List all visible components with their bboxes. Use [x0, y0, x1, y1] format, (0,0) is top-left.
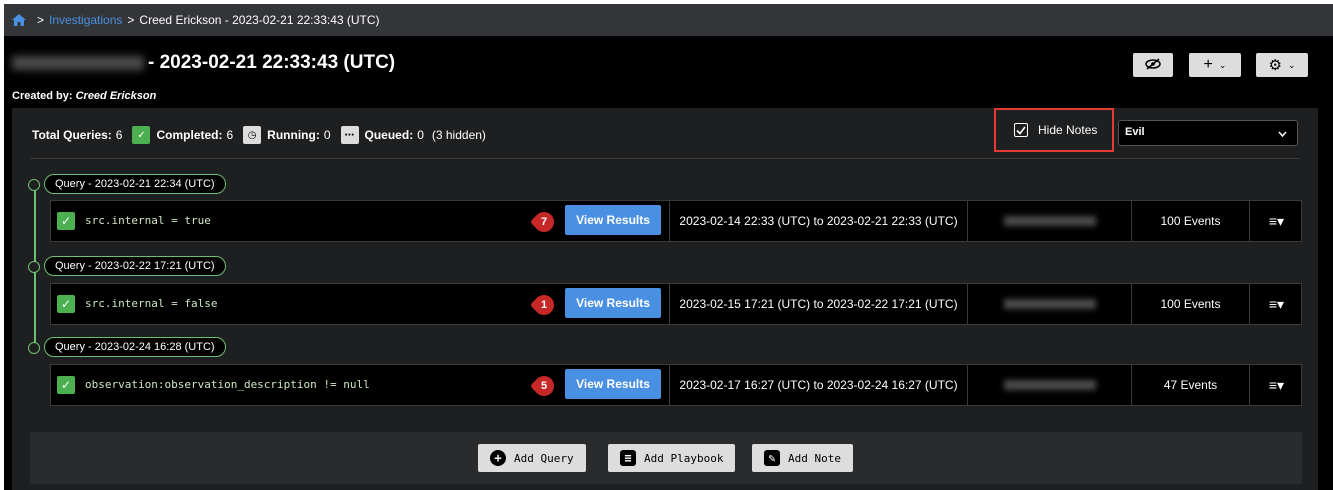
search-plus-icon: +: [490, 450, 506, 466]
breadcrumb-current: Creed Erickson - 2023-02-21 22:33:43 (UT…: [139, 13, 380, 27]
edit-icon: ✎: [764, 450, 780, 466]
check-icon: ✓: [57, 295, 75, 313]
chevron-down-icon: ⌄: [1287, 59, 1296, 70]
add-query-label: Add Query: [514, 451, 574, 465]
hamburger-icon: ≡▾: [1268, 212, 1285, 229]
query-author: [967, 284, 1131, 324]
query-author: [967, 201, 1131, 241]
total-queries-label: Total Queries:: [32, 128, 112, 142]
notes-badge[interactable]: 5: [529, 371, 559, 401]
total-queries-value: 6: [115, 128, 123, 142]
completed-value: 6: [226, 128, 234, 142]
query-label: Query - 2023-02-21 22:34 (UTC): [44, 174, 226, 194]
hamburger-icon: ≡▾: [1268, 295, 1285, 312]
clock-icon: ◷: [243, 126, 262, 144]
created-by-label: Created by:: [12, 90, 73, 102]
tag-select[interactable]: Evil: [1118, 120, 1298, 146]
query-code[interactable]: observation:observation_description != n…: [85, 378, 370, 391]
home-icon[interactable]: [12, 14, 26, 26]
hide-notes-checkbox[interactable]: [1014, 123, 1028, 137]
running-value: 0: [323, 128, 331, 142]
view-results-button[interactable]: View Results: [565, 205, 661, 235]
query-stats: Total Queries: 6 ✓ Completed: 6 ◷ Runnin…: [32, 126, 486, 144]
notes-badge[interactable]: 1: [529, 290, 559, 320]
time-range: 2023-02-15 17:21 (UTC) to 2023-02-22 17:…: [669, 284, 967, 324]
book-icon: ≡: [620, 450, 636, 466]
query-author: [967, 365, 1131, 405]
created-by: Created by: Creed Erickson: [12, 90, 156, 102]
created-by-name: Creed Erickson: [75, 90, 157, 102]
divider: [30, 158, 1300, 159]
breadcrumb-investigations-link[interactable]: Investigations: [49, 13, 122, 27]
eye-slash-icon: [1145, 57, 1161, 73]
tag-select-value: Evil: [1125, 126, 1145, 138]
page-title: - 2023-02-21 22:33:43 (UTC): [12, 52, 395, 74]
queued-label: Queued:: [364, 128, 414, 142]
query-row: ✓ observation:observation_description !=…: [50, 364, 1302, 406]
breadcrumb-separator: >: [37, 13, 45, 27]
add-menu-button[interactable]: + ⌄: [1189, 53, 1241, 77]
time-range: 2023-02-17 16:27 (UTC) to 2023-02-24 16:…: [669, 365, 967, 405]
redacted-name: [12, 56, 144, 70]
page-title-text: - 2023-02-21 22:33:43 (UTC): [148, 52, 396, 73]
row-menu-button[interactable]: ≡▾: [1249, 201, 1303, 241]
gear-icon: ⚙: [1268, 57, 1282, 74]
query-label: Query - 2023-02-24 16:28 (UTC): [44, 337, 226, 357]
row-menu-button[interactable]: ≡▾: [1249, 365, 1303, 405]
notes-badge[interactable]: 7: [529, 207, 559, 237]
toggle-visibility-button[interactable]: [1133, 53, 1173, 77]
ellipsis-icon: ⋯: [340, 126, 359, 144]
check-icon: ✓: [57, 376, 75, 394]
timeline-node: [28, 342, 40, 354]
redacted-author: [1003, 216, 1096, 226]
add-playbook-label: Add Playbook: [644, 451, 724, 465]
completed-label: Completed:: [156, 128, 223, 142]
running-label: Running:: [267, 128, 320, 142]
event-count: 100 Events: [1131, 201, 1249, 241]
notes-count: 7: [540, 216, 548, 228]
notes-count: 1: [540, 299, 548, 311]
hidden-count: (3 hidden): [431, 128, 486, 142]
add-note-label: Add Note: [788, 451, 841, 465]
breadcrumb: > Investigations > Creed Erickson - 2023…: [4, 4, 1333, 36]
settings-menu-button[interactable]: ⚙ ⌄: [1256, 53, 1308, 77]
add-label: +: [1203, 56, 1213, 73]
query-row: ✓ src.internal = true 7 View Results 202…: [50, 200, 1302, 242]
redacted-author: [1003, 299, 1096, 309]
chevron-down-icon: ⌄: [1218, 59, 1227, 70]
add-playbook-button[interactable]: ≡ Add Playbook: [608, 444, 736, 472]
breadcrumb-separator: >: [127, 13, 135, 27]
hamburger-icon: ≡▾: [1268, 376, 1285, 393]
timeline-node: [28, 261, 40, 273]
app-window: > Investigations > Creed Erickson - 2023…: [4, 4, 1333, 490]
queued-value: 0: [417, 128, 424, 142]
timeline-node: [28, 179, 40, 191]
hide-notes-toggle[interactable]: Hide Notes: [994, 108, 1114, 152]
hide-notes-label: Hide Notes: [1038, 123, 1098, 137]
add-note-button[interactable]: ✎ Add Note: [752, 444, 853, 472]
view-results-button[interactable]: View Results: [565, 369, 661, 399]
event-count: 47 Events: [1131, 365, 1249, 405]
query-row: ✓ src.internal = false 1 View Results 20…: [50, 283, 1302, 325]
notes-count: 5: [540, 380, 548, 392]
check-icon: ✓: [132, 126, 151, 144]
add-query-button[interactable]: + Add Query: [478, 444, 586, 472]
action-footer: + Add Query ≡ Add Playbook ✎ Add Note: [30, 432, 1302, 484]
check-icon: ✓: [57, 212, 75, 230]
query-code[interactable]: src.internal = true: [85, 214, 211, 227]
event-count: 100 Events: [1131, 284, 1249, 324]
queries-panel: Total Queries: 6 ✓ Completed: 6 ◷ Runnin…: [12, 108, 1318, 490]
redacted-author: [1003, 380, 1096, 390]
time-range: 2023-02-14 22:33 (UTC) to 2023-02-21 22:…: [669, 201, 967, 241]
view-results-button[interactable]: View Results: [565, 288, 661, 318]
query-label: Query - 2023-02-22 17:21 (UTC): [44, 256, 226, 276]
query-code[interactable]: src.internal = false: [85, 297, 217, 310]
chevron-down-icon: [1278, 128, 1287, 140]
row-menu-button[interactable]: ≡▾: [1249, 284, 1303, 324]
